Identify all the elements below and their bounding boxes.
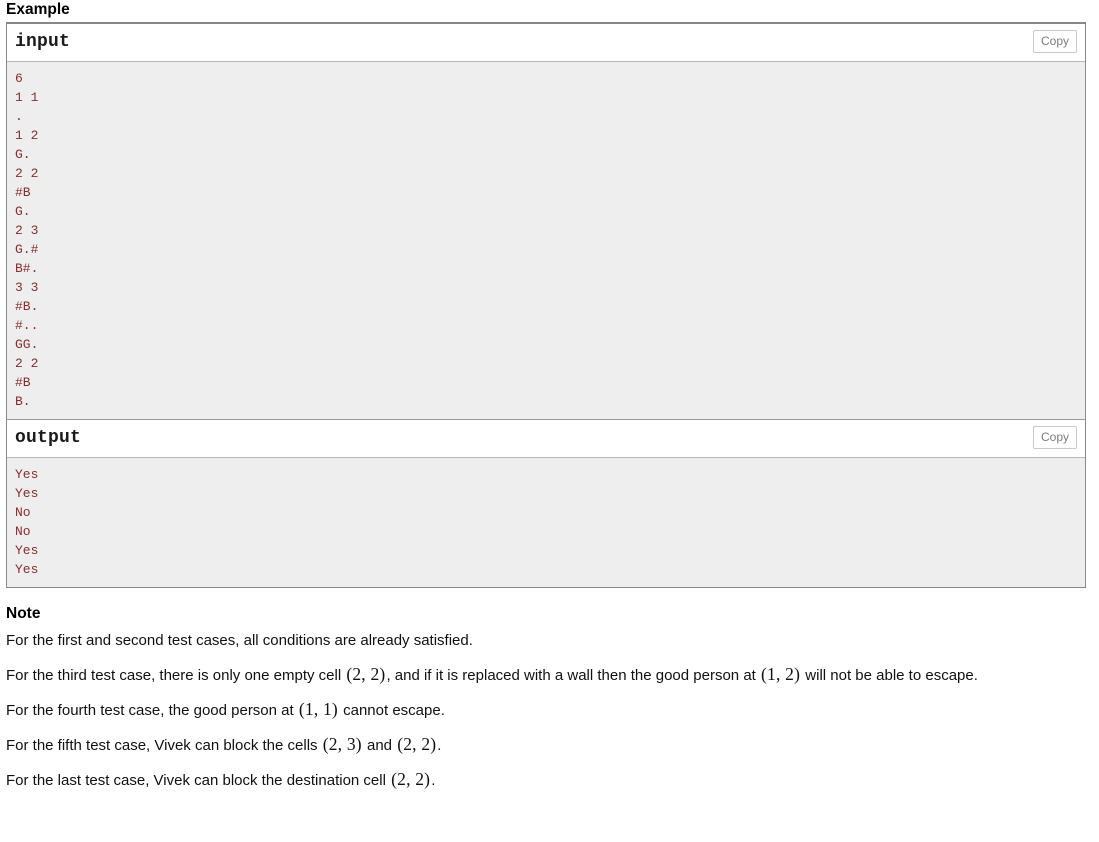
sample-output-block: output Copy Yes Yes No No Yes Yes xyxy=(7,420,1085,587)
note-text-run: and xyxy=(362,737,397,754)
example-heading: Example xyxy=(6,1,70,18)
note-text-run: will not be able to escape. xyxy=(801,667,978,684)
note-body: For the first and second test cases, all… xyxy=(6,628,1093,791)
note-text-run: For the last test case, Vivek can block … xyxy=(6,772,391,789)
note-text-run: For the first and second test cases, all… xyxy=(6,632,473,649)
math-expression: (2, 2) xyxy=(397,734,437,754)
sample-input-header: input Copy xyxy=(7,24,1085,62)
note-text-run: For the fourth test case, the good perso… xyxy=(6,702,298,719)
note-text-run: . xyxy=(431,772,436,789)
note-paragraph: For the fourth test case, the good perso… xyxy=(6,699,1093,734)
sample-input-content: 6 1 1 . 1 2 G. 2 2 #B G. 2 3 G.# B#. 3 3… xyxy=(7,62,1085,420)
problem-page: Example input Copy 6 1 1 . 1 2 G. 2 2 #B… xyxy=(0,0,1099,791)
note-text-run: cannot escape. xyxy=(338,702,445,719)
copy-output-button[interactable]: Copy xyxy=(1032,426,1077,449)
math-expression: (2, 3) xyxy=(322,734,362,754)
math-expression: (1, 2) xyxy=(761,664,801,684)
note-text-run: For the third test case, there is only o… xyxy=(6,667,346,684)
sample-output-header: output Copy xyxy=(7,420,1085,458)
copy-input-button[interactable]: Copy xyxy=(1032,30,1077,53)
note-text-run: For the fifth test case, Vivek can block… xyxy=(6,737,322,754)
sample-tests-container: input Copy 6 1 1 . 1 2 G. 2 2 #B G. 2 3 … xyxy=(6,22,1086,588)
note-text-run: . xyxy=(437,737,442,754)
math-expression: (1, 1) xyxy=(298,699,338,719)
math-expression: (2, 2) xyxy=(391,769,431,789)
sample-input-block: input Copy 6 1 1 . 1 2 G. 2 2 #B G. 2 3 … xyxy=(7,24,1085,420)
note-paragraph: For the first and second test cases, all… xyxy=(6,630,1093,664)
note-paragraph: For the third test case, there is only o… xyxy=(6,664,1093,699)
note-paragraph: For the last test case, Vivek can block … xyxy=(6,769,1093,791)
note-paragraph: For the fifth test case, Vivek can block… xyxy=(6,734,1093,769)
note-heading: Note xyxy=(6,605,41,622)
math-expression: (2, 2) xyxy=(346,664,386,684)
sample-output-title: output xyxy=(15,428,82,448)
sample-output-content: Yes Yes No No Yes Yes xyxy=(7,458,1085,587)
sample-input-title: input xyxy=(15,32,71,52)
note-text-run: , and if it is replaced with a wall then… xyxy=(386,667,760,684)
